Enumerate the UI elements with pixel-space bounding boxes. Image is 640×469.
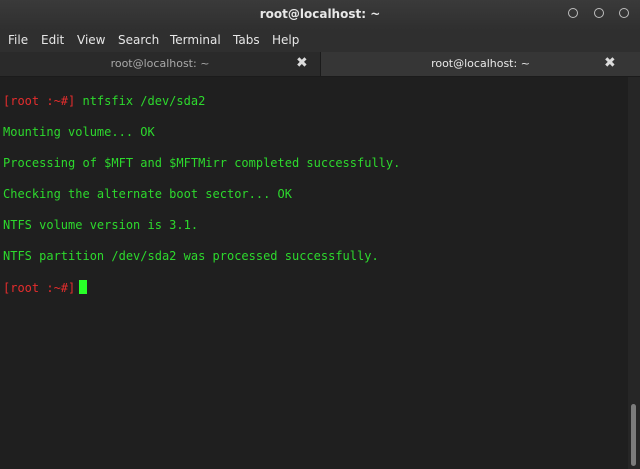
tab-bar: root@localhost: ~ ✖ root@localhost: ~ ✖ [0,52,640,77]
menu-view[interactable]: View [77,33,105,47]
close-window-button[interactable] [619,8,629,18]
minimize-button[interactable] [568,8,578,18]
command-text: ntfsfix /dev/sda2 [75,93,206,108]
tab-2-label: root@localhost: ~ [431,57,530,70]
output-line: NTFS volume version is 3.1. [3,217,199,232]
menu-help[interactable]: Help [272,33,299,47]
tab-1-label: root@localhost: ~ [110,57,210,70]
output-line: Mounting volume... OK [3,124,155,139]
title-bar[interactable]: root@localhost: ~ [0,0,640,30]
terminal-output[interactable]: [root :~#] ntfsfix /dev/sda2 Mounting vo… [0,77,628,469]
menu-bar: File Edit View Search Terminal Tabs Help [0,30,640,52]
menu-tabs[interactable]: Tabs [233,33,260,47]
tab-1-close-icon[interactable]: ✖ [296,55,308,71]
tab-2[interactable]: root@localhost: ~ ✖ [321,52,640,76]
menu-edit[interactable]: Edit [41,33,64,47]
text-cursor [79,279,88,294]
output-line: Processing of $MFT and $MFTMirr complete… [3,155,401,170]
scrollbar-thumb[interactable] [631,404,636,466]
output-line: NTFS partition /dev/sda2 was processed s… [3,248,379,263]
terminal-window: root@localhost: ~ File Edit View Search … [0,0,640,469]
tab-2-close-icon[interactable]: ✖ [604,55,616,71]
tab-1[interactable]: root@localhost: ~ ✖ [0,52,321,76]
prompt: [root :~#] [3,280,76,295]
menu-terminal[interactable]: Terminal [170,33,221,47]
command-line: [root :~#] ntfsfix /dev/sda2 [3,94,628,110]
scrollbar[interactable] [628,77,640,469]
maximize-button[interactable] [594,8,604,18]
output-line: Checking the alternate boot sector... OK [3,186,292,201]
menu-search[interactable]: Search [118,33,159,47]
prompt-line: [root :~#] [3,279,628,296]
window-title: root@localhost: ~ [259,7,381,21]
menu-file[interactable]: File [8,33,28,47]
prompt: [root :~#] [3,93,76,108]
